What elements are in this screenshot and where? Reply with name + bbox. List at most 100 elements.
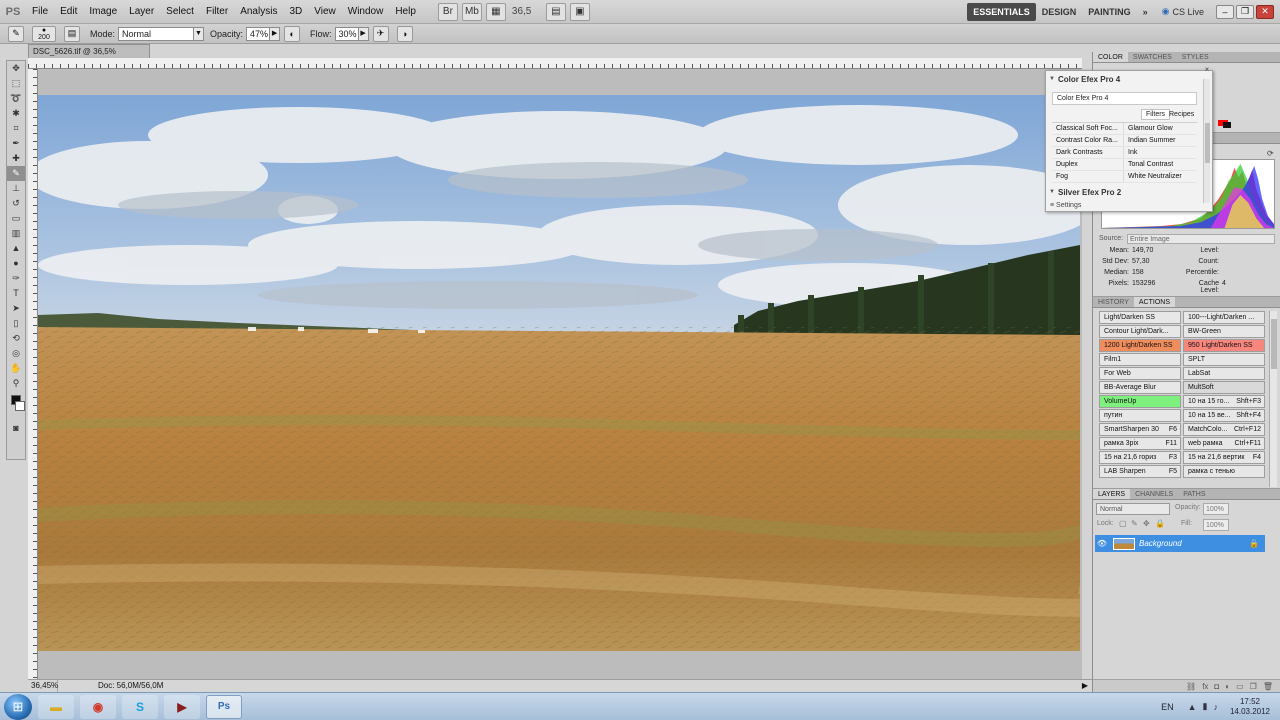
lasso-tool-icon[interactable]: ➰ (7, 91, 25, 106)
tray-network-icon[interactable]: ▮ (1203, 701, 1208, 712)
action-button[interactable]: SmartSharpen 30 F6 (1099, 423, 1181, 436)
quick-mask-icon[interactable]: ◙ (7, 421, 25, 436)
taskbar-explorer-icon[interactable]: ▬ (38, 694, 74, 719)
close-efex-panel-icon[interactable]: × (1202, 65, 1212, 75)
marquee-tool-icon[interactable]: ⬚ (7, 76, 25, 91)
histogram-source-select[interactable]: Entire Image (1127, 234, 1275, 244)
action-button[interactable]: 100---Light/Darken ... (1183, 311, 1265, 324)
action-button[interactable]: SPLT (1183, 353, 1265, 366)
landscape-photo[interactable] (38, 95, 1080, 651)
opacity-input[interactable]: 47% (246, 26, 271, 41)
opacity-dropdown-icon[interactable]: ▶ (270, 26, 281, 41)
action-button[interactable]: web рамка Ctrl+F11 (1183, 437, 1265, 450)
action-button[interactable]: 950 Light/Darken SS (1183, 339, 1265, 352)
efex-filter-item[interactable]: Contrast Color Ra... (1052, 135, 1124, 146)
tab-layers[interactable]: LAYERS (1093, 489, 1131, 499)
status-arrow-icon[interactable]: ▶ (1078, 680, 1092, 692)
efex-filter-item[interactable]: Classical Soft Foc... (1052, 123, 1124, 134)
layer-row-background[interactable]: 👁 Background 🔒 (1095, 535, 1265, 552)
action-button[interactable]: Contour Light/Dark... (1099, 325, 1181, 338)
tray-clock[interactable]: 17:52 14.03.2012 (1230, 697, 1270, 717)
bridge-icon[interactable]: Br (437, 2, 458, 21)
tab-paths[interactable]: PATHS (1178, 489, 1210, 499)
action-button[interactable]: 15 на 21,6 вертик F4 (1183, 451, 1265, 464)
tab-history[interactable]: HISTORY (1093, 297, 1134, 307)
action-button[interactable]: LabSat (1183, 367, 1265, 380)
menu-select[interactable]: Select (160, 0, 200, 24)
expand-arrow-icon[interactable]: ▼ (1049, 189, 1055, 195)
menu-image[interactable]: Image (83, 0, 123, 24)
taskbar-skype-icon[interactable]: S (122, 694, 158, 719)
menu-analysis[interactable]: Analysis (234, 0, 283, 24)
taskbar-chrome-icon[interactable]: ◉ (80, 694, 116, 719)
language-indicator[interactable]: EN (1161, 702, 1174, 712)
taskbar-media-icon[interactable]: ▶ (164, 694, 200, 719)
collapse-arrow-icon[interactable]: ▼ (1049, 76, 1055, 82)
efex-settings-link[interactable]: ≡ Settings (1050, 202, 1081, 209)
lock-all-icon[interactable]: 🔒 (1155, 519, 1165, 528)
workspace-essentials-button[interactable]: ESSENTIALS (967, 2, 1036, 21)
black-color-swatch[interactable] (1223, 122, 1231, 128)
vertical-ruler[interactable] (28, 69, 38, 679)
minibridge-icon[interactable]: Mb (461, 2, 482, 21)
tab-channels[interactable]: CHANNELS (1130, 489, 1178, 499)
mode-dropdown-icon[interactable]: ▼ (194, 26, 205, 41)
efex-filter-item[interactable]: Fog (1052, 171, 1124, 182)
lock-transparent-icon[interactable]: ▢ (1119, 519, 1127, 528)
background-color-swatch[interactable] (15, 401, 25, 411)
efex-filter-item[interactable]: Indian Summer (1124, 135, 1196, 146)
action-button[interactable]: 10 на 15 ве... Shft+F4 (1183, 409, 1265, 422)
status-doc-size[interactable]: Doc: 56,0M/56,0M (58, 680, 163, 692)
workspace-design-button[interactable]: DESIGN (1036, 3, 1083, 21)
tray-volume-icon[interactable]: ♪ (1213, 702, 1218, 712)
3d-orbit-tool-icon[interactable]: ◎ (7, 346, 25, 361)
document-tab[interactable]: DSC_5626.tif @ 36,5% (RGB/16) * × (28, 44, 150, 69)
horizontal-ruler[interactable] (28, 58, 1082, 69)
brush-preset-picker[interactable]: ● 200 (32, 25, 56, 42)
tab-color[interactable]: COLOR (1093, 52, 1128, 62)
layer-visibility-eye-icon[interactable]: 👁 (1095, 539, 1109, 548)
move-tool-icon[interactable]: ✥ (7, 61, 25, 76)
menu-file[interactable]: File (26, 0, 54, 24)
fill-input[interactable]: 100% (1203, 519, 1229, 531)
history-brush-tool-icon[interactable]: ↺ (7, 196, 25, 211)
brush-tool-icon[interactable]: ✎ (7, 166, 25, 181)
menu-3d[interactable]: 3D (283, 0, 308, 24)
refresh-histogram-icon[interactable]: ⟳ (1267, 149, 1274, 158)
tab-actions[interactable]: ACTIONS (1133, 297, 1175, 307)
efex-scrollbar[interactable] (1203, 79, 1210, 203)
action-button[interactable]: MatchColo... Ctrl+F12 (1183, 423, 1265, 436)
efex-filter-item[interactable]: Glamour Glow (1124, 123, 1196, 134)
menu-filter[interactable]: Filter (200, 0, 234, 24)
close-window-button[interactable]: ✕ (1256, 4, 1274, 19)
action-button[interactable]: рамка 3pix F11 (1099, 437, 1181, 450)
flow-dropdown-icon[interactable]: ▶ (358, 26, 369, 41)
pressure-opacity-icon[interactable]: ◐ (284, 25, 301, 42)
lock-position-icon[interactable]: ✥ (1143, 519, 1150, 528)
tray-show-hidden-icon[interactable]: ▲ (1188, 702, 1197, 712)
eraser-tool-icon[interactable]: ▭ (7, 211, 25, 226)
action-button[interactable]: 10 на 15 го... Shft+F3 (1183, 395, 1265, 408)
eyedropper-tool-icon[interactable]: ✒ (7, 136, 25, 151)
taskbar-photoshop-icon[interactable]: Ps (206, 694, 242, 719)
document-canvas[interactable] (38, 69, 1082, 679)
workspace-more-button[interactable]: » (1137, 3, 1154, 21)
action-button[interactable]: LAB Sharpen F5 (1099, 465, 1181, 478)
menu-layer[interactable]: Layer (123, 0, 160, 24)
brush-panel-toggle-icon[interactable]: ▤ (64, 25, 80, 42)
crop-tool-icon[interactable]: ⌗ (7, 121, 25, 136)
action-button[interactable]: For Web (1099, 367, 1181, 380)
flow-input[interactable]: 30% (334, 26, 359, 41)
arrange-documents-icon[interactable]: ▤ (545, 2, 566, 21)
action-button[interactable]: 15 на 21,6 гориз F3 (1099, 451, 1181, 464)
efex-product-select[interactable]: Color Efex Pro 4 (1052, 92, 1197, 105)
menu-help[interactable]: Help (389, 0, 422, 24)
tab-styles[interactable]: STYLES (1177, 52, 1214, 62)
mode-select[interactable]: Normal (118, 26, 195, 41)
efex-filter-item[interactable]: White Neutralizer (1124, 171, 1196, 182)
action-button[interactable]: BW-Green (1183, 325, 1265, 338)
action-button[interactable]: Light/Darken SS (1099, 311, 1181, 324)
hand-tool-icon[interactable]: ✋ (7, 361, 25, 376)
action-button[interactable]: VolumeUp (1099, 395, 1181, 408)
actions-scroll-thumb[interactable] (1271, 319, 1277, 369)
